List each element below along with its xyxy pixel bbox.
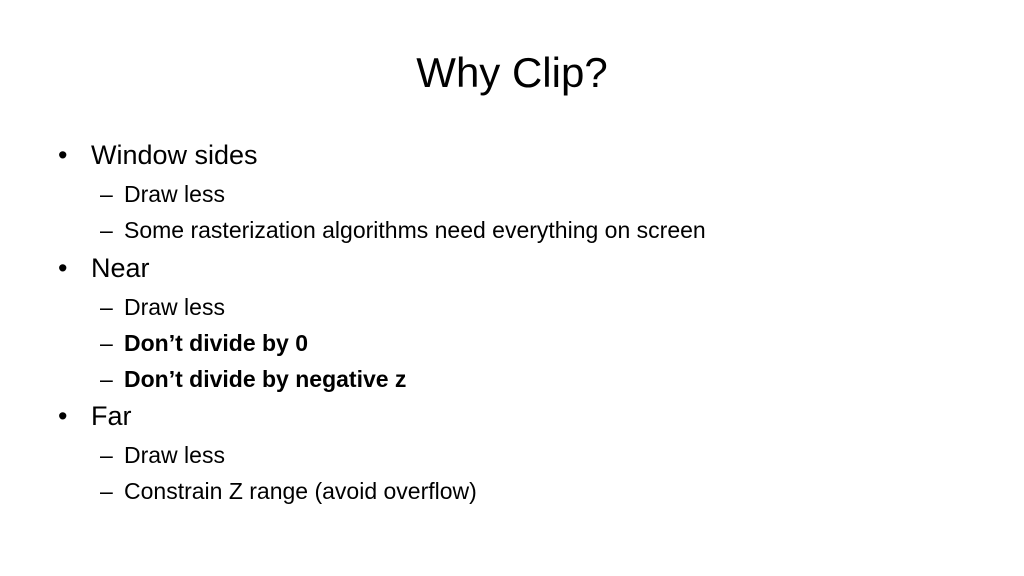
- dash-icon: –: [100, 181, 113, 207]
- bullet-icon: •: [58, 253, 68, 283]
- dash-icon: –: [100, 478, 113, 504]
- slide-title: Why Clip?: [416, 49, 608, 96]
- dash-icon: –: [100, 294, 113, 320]
- dash-icon: –: [100, 330, 113, 356]
- dash-icon: –: [100, 217, 113, 243]
- bullet-icon: •: [58, 401, 68, 431]
- dash-icon: –: [100, 366, 113, 392]
- dash-icon: –: [100, 442, 113, 468]
- bullet-icon: •: [58, 140, 68, 170]
